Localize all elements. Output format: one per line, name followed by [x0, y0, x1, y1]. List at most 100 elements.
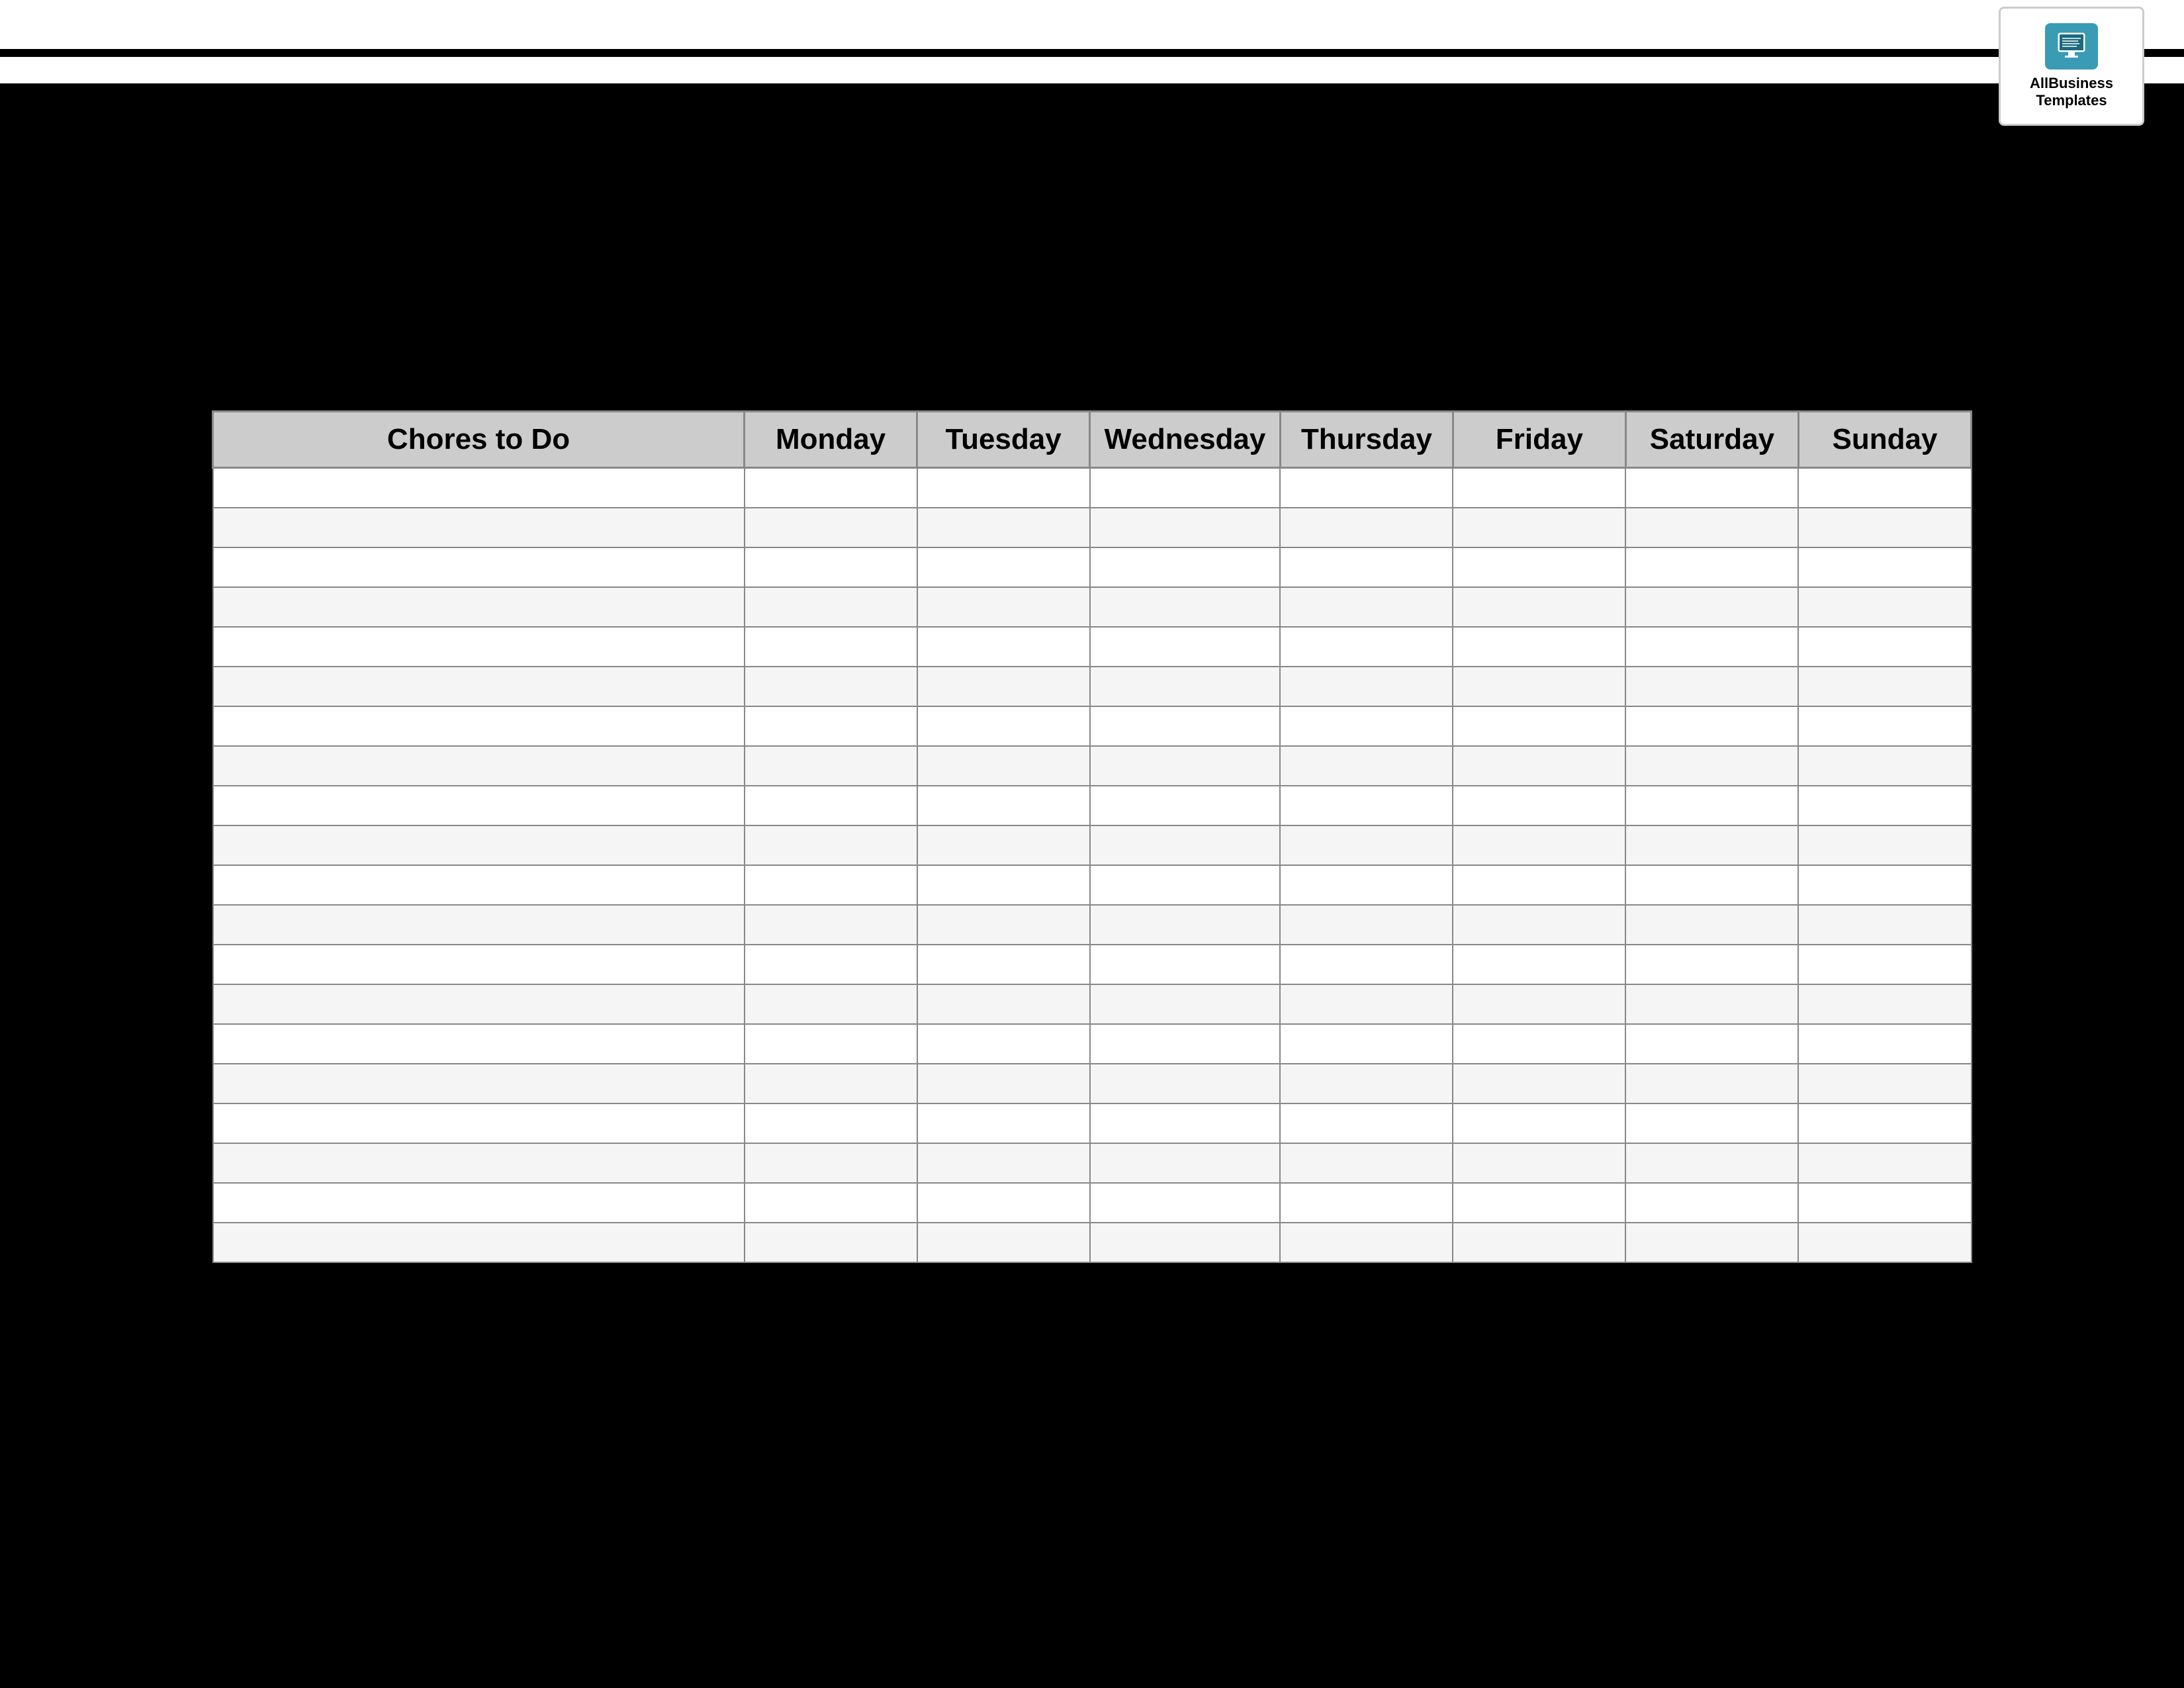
table-cell[interactable] — [213, 865, 745, 905]
table-cell[interactable] — [1625, 984, 1798, 1024]
table-cell[interactable] — [213, 945, 745, 984]
table-cell[interactable] — [1798, 1183, 1971, 1223]
table-cell[interactable] — [745, 468, 917, 508]
table-cell[interactable] — [1090, 786, 1281, 825]
table-cell[interactable] — [1090, 547, 1281, 587]
table-cell[interactable] — [917, 627, 1090, 667]
table-cell[interactable] — [1453, 508, 1625, 547]
table-cell[interactable] — [745, 1223, 917, 1262]
table-cell[interactable] — [917, 667, 1090, 706]
table-cell[interactable] — [1090, 627, 1281, 667]
table-cell[interactable] — [1453, 746, 1625, 786]
table-cell[interactable] — [917, 1064, 1090, 1103]
table-cell[interactable] — [917, 825, 1090, 865]
table-cell[interactable] — [1798, 1103, 1971, 1143]
table-cell[interactable] — [1798, 468, 1971, 508]
table-cell[interactable] — [1625, 706, 1798, 746]
table-cell[interactable] — [1090, 945, 1281, 984]
table-cell[interactable] — [1090, 587, 1281, 627]
table-cell[interactable] — [1280, 1223, 1453, 1262]
table-cell[interactable] — [1280, 1183, 1453, 1223]
table-cell[interactable] — [1798, 984, 1971, 1024]
table-cell[interactable] — [1090, 746, 1281, 786]
table-cell[interactable] — [1453, 1024, 1625, 1064]
table-cell[interactable] — [1798, 825, 1971, 865]
table-cell[interactable] — [1090, 984, 1281, 1024]
table-cell[interactable] — [745, 825, 917, 865]
table-cell[interactable] — [745, 1143, 917, 1183]
table-cell[interactable] — [1280, 865, 1453, 905]
table-cell[interactable] — [917, 1103, 1090, 1143]
table-cell[interactable] — [213, 786, 745, 825]
table-cell[interactable] — [1280, 547, 1453, 587]
table-cell[interactable] — [1453, 1223, 1625, 1262]
table-cell[interactable] — [1625, 746, 1798, 786]
table-cell[interactable] — [213, 746, 745, 786]
table-cell[interactable] — [1625, 1183, 1798, 1223]
table-cell[interactable] — [1798, 508, 1971, 547]
table-cell[interactable] — [1280, 825, 1453, 865]
table-cell[interactable] — [213, 547, 745, 587]
table-cell[interactable] — [213, 627, 745, 667]
table-cell[interactable] — [1280, 1143, 1453, 1183]
table-cell[interactable] — [1280, 1064, 1453, 1103]
table-cell[interactable] — [1798, 1143, 1971, 1183]
table-cell[interactable] — [1625, 1143, 1798, 1183]
table-cell[interactable] — [745, 547, 917, 587]
table-cell[interactable] — [1625, 667, 1798, 706]
table-cell[interactable] — [1453, 945, 1625, 984]
table-cell[interactable] — [1798, 706, 1971, 746]
table-cell[interactable] — [1798, 1064, 1971, 1103]
table-cell[interactable] — [1625, 587, 1798, 627]
table-cell[interactable] — [1090, 1223, 1281, 1262]
table-cell[interactable] — [213, 1064, 745, 1103]
table-cell[interactable] — [1090, 865, 1281, 905]
table-cell[interactable] — [1090, 508, 1281, 547]
table-cell[interactable] — [1453, 786, 1625, 825]
table-cell[interactable] — [213, 905, 745, 945]
table-cell[interactable] — [1798, 746, 1971, 786]
table-cell[interactable] — [1280, 746, 1453, 786]
table-cell[interactable] — [1280, 627, 1453, 667]
table-cell[interactable] — [1453, 1143, 1625, 1183]
table-cell[interactable] — [1625, 1103, 1798, 1143]
table-cell[interactable] — [745, 587, 917, 627]
table-cell[interactable] — [1453, 865, 1625, 905]
table-cell[interactable] — [213, 667, 745, 706]
table-cell[interactable] — [745, 706, 917, 746]
table-cell[interactable] — [917, 786, 1090, 825]
table-cell[interactable] — [745, 508, 917, 547]
table-cell[interactable] — [1090, 1064, 1281, 1103]
table-cell[interactable] — [213, 1183, 745, 1223]
table-cell[interactable] — [1453, 667, 1625, 706]
table-cell[interactable] — [745, 1024, 917, 1064]
table-cell[interactable] — [745, 667, 917, 706]
table-cell[interactable] — [1280, 706, 1453, 746]
table-cell[interactable] — [745, 1103, 917, 1143]
table-cell[interactable] — [917, 547, 1090, 587]
table-cell[interactable] — [745, 1064, 917, 1103]
table-cell[interactable] — [917, 1183, 1090, 1223]
table-cell[interactable] — [745, 627, 917, 667]
table-cell[interactable] — [1280, 1103, 1453, 1143]
table-cell[interactable] — [1280, 786, 1453, 825]
table-cell[interactable] — [1453, 468, 1625, 508]
table-cell[interactable] — [1625, 786, 1798, 825]
table-cell[interactable] — [917, 1024, 1090, 1064]
table-cell[interactable] — [1798, 905, 1971, 945]
table-cell[interactable] — [1453, 706, 1625, 746]
table-cell[interactable] — [213, 587, 745, 627]
table-cell[interactable] — [1453, 825, 1625, 865]
table-cell[interactable] — [917, 865, 1090, 905]
table-cell[interactable] — [745, 984, 917, 1024]
table-cell[interactable] — [1625, 865, 1798, 905]
table-cell[interactable] — [1280, 468, 1453, 508]
table-cell[interactable] — [1280, 905, 1453, 945]
table-cell[interactable] — [213, 1103, 745, 1143]
table-cell[interactable] — [1625, 547, 1798, 587]
table-cell[interactable] — [917, 984, 1090, 1024]
table-cell[interactable] — [1453, 627, 1625, 667]
table-cell[interactable] — [1090, 1024, 1281, 1064]
table-cell[interactable] — [1798, 1223, 1971, 1262]
table-cell[interactable] — [1280, 587, 1453, 627]
